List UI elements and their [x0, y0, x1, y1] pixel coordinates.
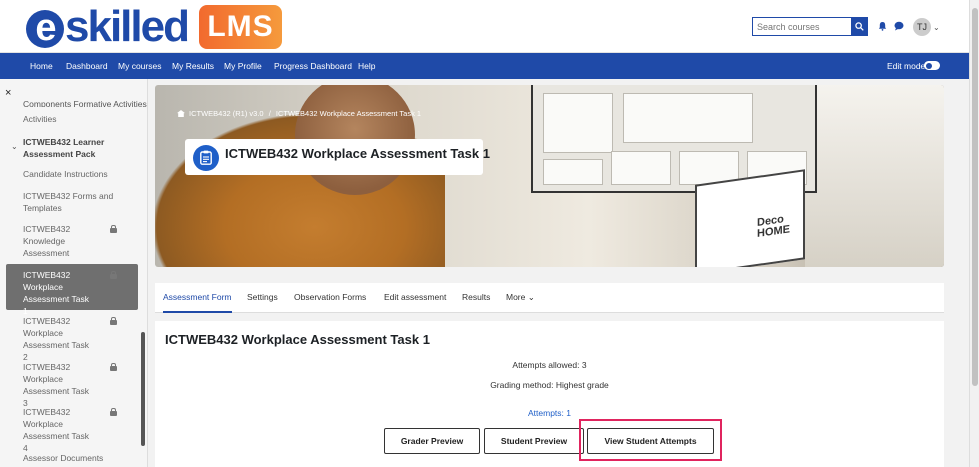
nav-my-courses[interactable]: My courses	[118, 53, 161, 79]
search-button[interactable]	[851, 17, 868, 36]
view-student-attempts-button[interactable]: View Student Attempts	[587, 428, 714, 454]
primary-navigation: Home Dashboard My courses My Results My …	[0, 53, 969, 79]
course-banner: Deco HOME ICTWEB432 (R1) v3.0 / ICTWEB432…	[155, 85, 944, 267]
lock-icon	[110, 408, 117, 418]
chat-icon[interactable]	[894, 21, 904, 31]
search-courses-input[interactable]	[752, 17, 851, 36]
attempts-allowed: Attempts allowed: 3	[512, 360, 587, 370]
home-icon[interactable]	[177, 110, 185, 117]
chevron-down-icon: ⌄	[527, 292, 535, 302]
logo-e-mark: e	[26, 9, 64, 48]
assessment-card: ICTWEB432 Workplace Assessment Task 1 At…	[155, 321, 944, 467]
breadcrumb-separator: /	[268, 109, 271, 118]
assessment-icon	[193, 145, 219, 171]
secondary-navigation: Assessment Form Settings Observation For…	[155, 283, 944, 313]
nav-my-results[interactable]: My Results	[172, 53, 214, 79]
nav-my-profile[interactable]: My Profile	[224, 53, 262, 79]
nav-home[interactable]: Home	[30, 53, 53, 79]
sidebar-item-label: ICTWEB432 Workplace Assessment Task 1	[23, 270, 89, 316]
sidebar-item-workplace-task-2[interactable]: ICTWEB432 Workplace Assessment Task 2	[23, 315, 95, 363]
brand-bar: eskilled LMS TJ ⌄	[0, 0, 979, 53]
main-region: Deco HOME ICTWEB432 (R1) v3.0 / ICTWEB432…	[148, 79, 969, 467]
sidebar-scrollbar[interactable]	[141, 332, 145, 446]
banner-window	[805, 85, 944, 267]
nav-help[interactable]: Help	[358, 53, 375, 79]
sidebar-section-learner-pack[interactable]: ICTWEB432 Learner Assessment Pack	[23, 136, 123, 160]
close-icon[interactable]: ×	[5, 87, 11, 99]
lock-icon	[110, 317, 117, 327]
page-title: ICTWEB432 Workplace Assessment Task 1	[225, 146, 490, 161]
sidebar-item-cut[interactable]: Components Formative Activities	[23, 101, 147, 107]
lock-icon	[110, 225, 117, 235]
nav-progress-dashboard[interactable]: Progress Dashboard	[274, 53, 352, 79]
grading-method: Grading method: Highest grade	[490, 380, 609, 390]
eskilled-logo[interactable]: e skilled	[26, 2, 190, 51]
tab-more[interactable]: More ⌄	[506, 283, 535, 313]
page-scrollbar[interactable]	[969, 0, 979, 467]
course-index-drawer: × Components Formative Activities Activi…	[0, 79, 148, 467]
tab-observation-forms[interactable]: Observation Forms	[294, 283, 366, 313]
lock-icon	[110, 363, 117, 373]
assessment-title: ICTWEB432 Workplace Assessment Task 1	[165, 332, 430, 347]
lms-badge: LMS	[199, 5, 282, 49]
sidebar-item-candidate-instructions[interactable]: Candidate Instructions	[23, 168, 133, 180]
chevron-down-icon[interactable]: ⌄	[11, 142, 18, 151]
sidebar-item-workplace-task-4[interactable]: ICTWEB432 Workplace Assessment Task 4	[23, 406, 95, 454]
breadcrumb-current[interactable]: ICTWEB432 Workplace Assessment Task 1	[276, 109, 421, 118]
lock-icon	[110, 271, 117, 281]
edit-mode-label: Edit mode	[887, 61, 926, 71]
attempts-link[interactable]: Attempts: 1	[155, 408, 944, 418]
breadcrumb: ICTWEB432 (R1) v3.0 / ICTWEB432 Workplac…	[177, 109, 421, 118]
chevron-down-icon[interactable]: ⌄	[933, 23, 940, 32]
page-title-card: ICTWEB432 Workplace Assessment Task 1	[185, 139, 490, 175]
sidebar-item-knowledge-assessment[interactable]: ICTWEB432 Knowledge Assessment	[23, 223, 95, 259]
tab-assessment-form[interactable]: Assessment Form	[163, 283, 232, 313]
logo-wordmark: skilled	[65, 2, 190, 51]
breadcrumb-course[interactable]: ICTWEB432 (R1) v3.0	[189, 109, 264, 118]
bell-icon[interactable]	[878, 21, 887, 31]
banner-person	[155, 85, 445, 267]
sidebar-item-workplace-task-1[interactable]: ICTWEB432 Workplace Assessment Task 1	[6, 264, 138, 316]
edit-mode-toggle[interactable]	[924, 61, 940, 70]
grader-preview-button[interactable]: Grader Preview	[384, 428, 480, 454]
page-scrollbar-thumb[interactable]	[972, 8, 978, 386]
tab-edit-assessment[interactable]: Edit assessment	[384, 283, 446, 313]
sidebar-item-assessor-documents[interactable]: Assessor Documents	[23, 452, 133, 464]
tab-results[interactable]: Results	[462, 283, 490, 313]
nav-dashboard[interactable]: Dashboard	[66, 53, 108, 79]
banner-laptop: Deco HOME	[695, 169, 805, 267]
student-preview-button[interactable]: Student Preview	[484, 428, 584, 454]
tab-more-label: More	[506, 292, 526, 302]
tab-settings[interactable]: Settings	[247, 283, 278, 313]
user-avatar[interactable]: TJ	[913, 18, 931, 36]
sidebar-item-activities[interactable]: Activities	[23, 113, 115, 125]
sidebar-item-forms-templates[interactable]: ICTWEB432 Forms and Templates	[23, 190, 119, 214]
sidebar-item-workplace-task-3[interactable]: ICTWEB432 Workplace Assessment Task 3	[23, 361, 95, 409]
search-icon	[855, 22, 864, 31]
